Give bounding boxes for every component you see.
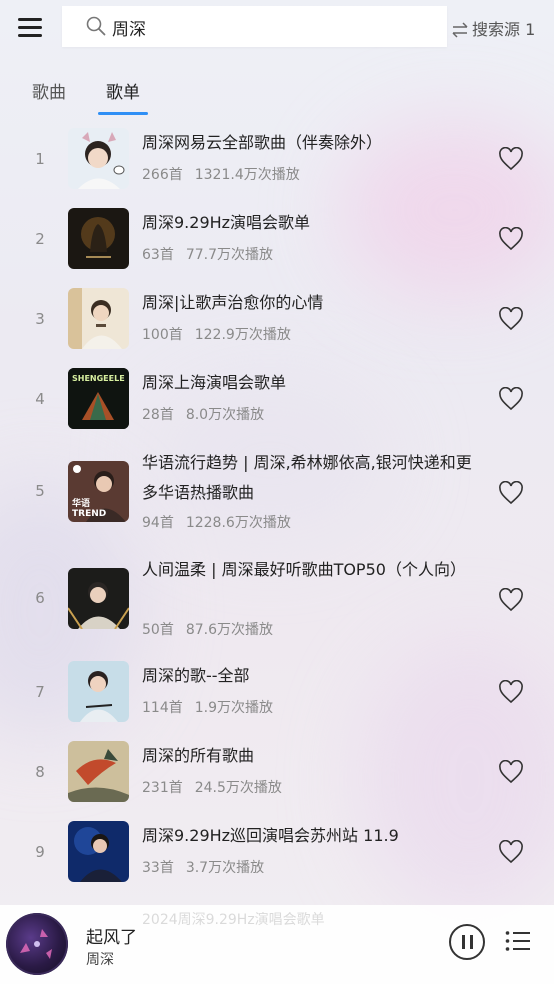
rank-number: 7 bbox=[35, 683, 45, 701]
cover-text: 华语 TREND bbox=[72, 499, 107, 519]
song-count: 114首 bbox=[142, 700, 183, 716]
pause-icon bbox=[462, 935, 465, 949]
playlist-meta: 231首 24.5万次播放 bbox=[142, 777, 282, 797]
playlist-cover bbox=[68, 208, 129, 269]
playlist-title: 周深的所有歌曲 bbox=[142, 746, 255, 765]
favorite-heart-icon[interactable] bbox=[498, 307, 524, 331]
search-input[interactable]: 周深 bbox=[62, 6, 447, 47]
playlist-cover bbox=[68, 741, 129, 802]
partially-hidden-playlist-title: 2024周深9.29Hz演唱会歌单 bbox=[142, 912, 325, 928]
swap-icon bbox=[452, 22, 468, 38]
tab-playlists[interactable]: 歌单 bbox=[106, 78, 140, 103]
song-count: 63首 bbox=[142, 247, 174, 263]
playlist-cover bbox=[68, 288, 129, 349]
list-item[interactable]: 3 周深|让歌声治愈你的心情 100首 122.9万次播放 bbox=[0, 288, 554, 358]
search-icon bbox=[86, 16, 106, 36]
rank-number: 9 bbox=[35, 843, 45, 861]
favorite-heart-icon[interactable] bbox=[498, 840, 524, 864]
tab-songs[interactable]: 歌曲 bbox=[32, 78, 66, 103]
play-count: 3.7万次播放 bbox=[185, 860, 265, 876]
now-playing-artist: 周深 bbox=[86, 952, 114, 968]
playlist-title: 周深上海演唱会歌单 bbox=[142, 373, 287, 392]
play-count: 1.9万次播放 bbox=[194, 700, 273, 716]
play-count: 24.5万次播放 bbox=[194, 780, 282, 796]
tab-bar: 歌曲 歌单 bbox=[0, 70, 554, 120]
playlist-title: 周深9.29Hz演唱会歌单 bbox=[142, 213, 311, 232]
rank-number: 6 bbox=[35, 589, 45, 607]
list-item[interactable]: 6 人间温柔 | 周深最好听歌曲TOP50（个人向） 50首 87.6万次播放 bbox=[0, 555, 554, 649]
favorite-heart-icon[interactable] bbox=[498, 760, 524, 784]
playlist-cover bbox=[68, 128, 129, 189]
playlist-cover: 华语 TREND bbox=[68, 461, 129, 522]
list-item[interactable]: 2 周深9.29Hz演唱会歌单 63首 77.7万次播放 bbox=[0, 208, 554, 278]
album-disc[interactable] bbox=[6, 913, 68, 975]
favorite-heart-icon[interactable] bbox=[498, 227, 524, 251]
playlist-meta: 63首 77.7万次播放 bbox=[142, 244, 273, 264]
play-count: 122.9万次播放 bbox=[194, 327, 291, 343]
playlist-meta: 266首 1321.4万次播放 bbox=[142, 164, 300, 184]
rank-number: 2 bbox=[35, 230, 45, 248]
playlist-title: 人间温柔 | 周深最好听歌曲TOP50（个人向） bbox=[142, 560, 466, 579]
list-item[interactable]: 9 周深9.29Hz巡回演唱会苏州站 11.9 33首 3.7万次播放 bbox=[0, 821, 554, 891]
favorite-heart-icon[interactable] bbox=[498, 481, 524, 505]
search-query[interactable]: 周深 bbox=[112, 15, 146, 40]
song-count: 33首 bbox=[142, 860, 174, 876]
playlist-cover: SHENGEELE bbox=[68, 368, 129, 429]
playlist-meta: 114首 1.9万次播放 bbox=[142, 697, 273, 717]
active-tab-indicator bbox=[98, 112, 148, 115]
favorite-heart-icon[interactable] bbox=[498, 680, 524, 704]
menu-icon[interactable] bbox=[18, 18, 44, 38]
playlist-title: 周深9.29Hz巡回演唱会苏州站 11.9 bbox=[142, 826, 399, 845]
playlist-meta: 94首 1228.6万次播放 bbox=[142, 512, 291, 532]
list-item[interactable]: 7 周深的歌--全部 114首 1.9万次播放 bbox=[0, 661, 554, 731]
favorite-heart-icon[interactable] bbox=[498, 387, 524, 411]
rank-number: 8 bbox=[35, 763, 45, 781]
rank-number: 5 bbox=[35, 482, 45, 500]
playlist-cover bbox=[68, 821, 129, 882]
search-source-label: 搜索源 1 bbox=[472, 20, 536, 39]
song-count: 231首 bbox=[142, 780, 183, 796]
song-count: 266首 bbox=[142, 167, 183, 183]
playlist-meta: 50首 87.6万次播放 bbox=[142, 619, 273, 639]
playlist-title: 周深的歌--全部 bbox=[142, 666, 250, 685]
rank-number: 1 bbox=[35, 150, 45, 168]
pause-button[interactable] bbox=[449, 924, 485, 960]
top-bar: 周深 搜索源 1 bbox=[0, 0, 554, 54]
playlist-meta: 28首 8.0万次播放 bbox=[142, 404, 264, 424]
play-count: 8.0万次播放 bbox=[185, 407, 265, 423]
list-item[interactable]: 8 周深的所有歌曲 231首 24.5万次播放 bbox=[0, 741, 554, 811]
rank-number: 3 bbox=[35, 310, 45, 328]
playlist-title: 周深|让歌声治愈你的心情 bbox=[142, 293, 324, 312]
song-count: 50首 bbox=[142, 622, 174, 638]
playlist-meta: 100首 122.9万次播放 bbox=[142, 324, 291, 344]
playlist-queue-icon[interactable] bbox=[505, 930, 531, 952]
playlist-cover bbox=[68, 661, 129, 722]
play-count: 87.6万次播放 bbox=[185, 622, 273, 638]
play-count: 77.7万次播放 bbox=[185, 247, 273, 263]
rank-number: 4 bbox=[35, 390, 45, 408]
playlist-meta: 33首 3.7万次播放 bbox=[142, 857, 264, 877]
favorite-heart-icon[interactable] bbox=[498, 147, 524, 171]
playlist-title: 周深网易云全部歌曲（伴奏除外） bbox=[142, 133, 383, 152]
favorite-heart-icon[interactable] bbox=[498, 588, 524, 612]
song-count: 94首 bbox=[142, 515, 174, 531]
playlist-title: 华语流行趋势 | 周深,希林娜依高,银河快递和更多华语热播歌曲 bbox=[142, 453, 472, 502]
search-source-button[interactable]: 搜索源 1 bbox=[451, 16, 535, 40]
play-count: 1228.6万次播放 bbox=[185, 515, 291, 531]
song-count: 28首 bbox=[142, 407, 174, 423]
now-playing-title: 起风了 bbox=[86, 928, 137, 948]
list-item[interactable]: 5 华语 TREND 华语流行趋势 | 周深,希林娜依高,银河快递和更多华语热播… bbox=[0, 448, 554, 542]
list-item[interactable]: 4 SHENGEELE 周深上海演唱会歌单 28首 8.0万次播放 bbox=[0, 368, 554, 438]
playlist-cover bbox=[68, 568, 129, 629]
list-item[interactable]: 1 周深网易云全部歌曲（伴奏除外） 266首 1321.4万次播放 bbox=[0, 128, 554, 198]
song-count: 100首 bbox=[142, 327, 183, 343]
cover-text: SHENGEELE bbox=[72, 374, 125, 383]
play-count: 1321.4万次播放 bbox=[194, 167, 300, 183]
